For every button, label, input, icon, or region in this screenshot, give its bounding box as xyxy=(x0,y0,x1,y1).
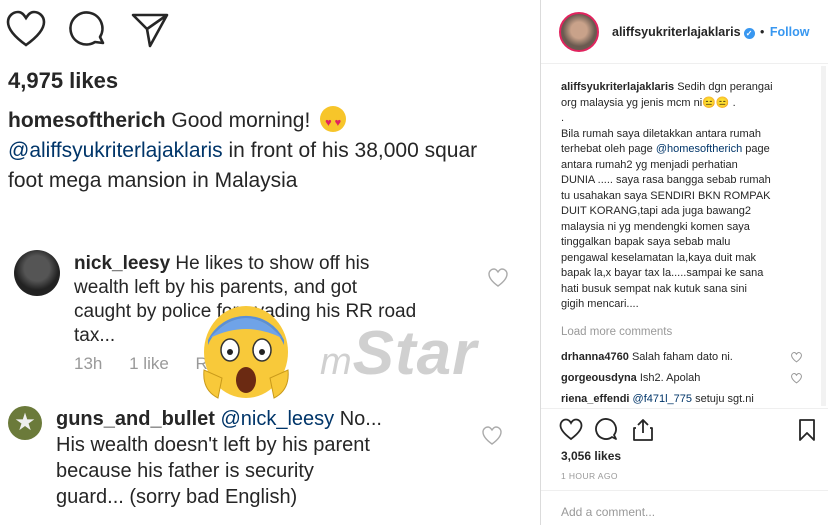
header-username[interactable]: aliffsyukriterlajaklaris xyxy=(612,25,741,39)
comment-text: Ish2. Apolah xyxy=(639,372,701,384)
comment-mention: @nick_leesy xyxy=(220,408,335,430)
comment-text: No... xyxy=(339,408,382,430)
scrollbar[interactable] xyxy=(821,66,826,406)
verified-badge-icon: ✓ xyxy=(743,28,755,39)
comment-text: wealth left by his parents, and got xyxy=(74,277,358,298)
load-more-comments-link[interactable]: Load more comments xyxy=(561,326,672,338)
caption-mention[interactable]: @homesoftherich xyxy=(656,143,742,155)
comment-username: nick_leesy xyxy=(74,253,171,274)
post-action-bar xyxy=(559,418,819,444)
heart-icon xyxy=(488,268,508,287)
share-icon xyxy=(131,13,169,48)
caption-username: homesoftherich xyxy=(8,109,166,132)
follow-button[interactable]: Follow xyxy=(770,25,810,39)
heart-icon[interactable] xyxy=(791,352,802,363)
comment-icon xyxy=(69,11,105,46)
mstar-watermark: mStar xyxy=(320,319,478,388)
comment-likes: 1 like xyxy=(129,354,169,373)
post-timestamp: 1 HOUR AGO xyxy=(561,471,618,481)
list-item: drhanna4760 Salah faham dato ni. xyxy=(561,351,811,363)
heart-icon xyxy=(482,426,502,445)
comment-username[interactable]: riena_effendi xyxy=(561,393,629,405)
heart-icon[interactable] xyxy=(791,373,802,384)
comment-username: guns_and_bullet xyxy=(56,408,215,430)
caption-text: foot mega mansion in Malaysia xyxy=(8,169,298,192)
heart-icon[interactable] xyxy=(559,418,583,442)
comment-icon[interactable] xyxy=(595,418,619,442)
bookmark-icon[interactable] xyxy=(795,418,819,442)
separator-dot: • xyxy=(760,25,765,39)
comment-text: guard... (sorry bad English) xyxy=(56,486,298,508)
screaming-face-emoji-icon xyxy=(203,306,289,399)
zoomed-caption: homesoftherich Good morning! @aliffsyukr… xyxy=(8,106,540,196)
comment-text: Salah faham dato ni. xyxy=(631,351,733,363)
post-caption: aliffsyukriterlajaklaris Sedih dgn peran… xyxy=(561,81,773,310)
likes-count[interactable]: 3,056 likes xyxy=(561,449,621,463)
comment-username[interactable]: drhanna4760 xyxy=(561,351,629,363)
comment-text: He likes to show off his xyxy=(175,253,370,274)
comment-text: His wealth doesn't left by his parent xyxy=(56,434,370,456)
list-item: riena_effendi @f471l_775 setuju sgt.ni xyxy=(561,393,811,405)
comment-text: because his father is security xyxy=(56,460,314,482)
zoomed-action-bar xyxy=(6,10,170,50)
comment-text: setuju sgt.ni xyxy=(695,393,754,405)
caption-text: Good morning! xyxy=(171,109,311,132)
post-header: aliffsyukriterlajaklaris ✓ • Follow xyxy=(541,0,828,64)
zoomed-likes-count: 4,975 likes xyxy=(8,68,119,93)
list-item: gorgeousdyna Ish2. Apolah xyxy=(561,372,811,384)
avatar: ★ xyxy=(8,406,42,440)
divider xyxy=(541,490,828,491)
comment-time: 13h xyxy=(74,354,103,373)
share-icon[interactable] xyxy=(631,418,655,442)
comment-mention[interactable]: @f471l_775 xyxy=(633,393,693,405)
avatar[interactable] xyxy=(559,12,599,52)
divider xyxy=(541,408,828,409)
caption-username[interactable]: aliffsyukriterlajaklaris xyxy=(561,81,674,93)
heart-icon xyxy=(6,10,46,47)
heart-eyes-emoji-icon xyxy=(320,106,347,138)
add-comment-input[interactable]: Add a comment... xyxy=(561,505,655,519)
avatar xyxy=(14,250,60,296)
caption-mention: @aliffsyukriterlajaklaris xyxy=(8,139,223,162)
caption-text: in front of his 38,000 squar xyxy=(228,139,478,162)
comment-username[interactable]: gorgeousdyna xyxy=(561,372,637,384)
post-panel: aliffsyukriterlajaklaris ✓ • Follow aliff… xyxy=(541,0,828,525)
zoomed-post-screenshot: 4,975 likes homesoftherich Good morning!… xyxy=(0,0,540,525)
